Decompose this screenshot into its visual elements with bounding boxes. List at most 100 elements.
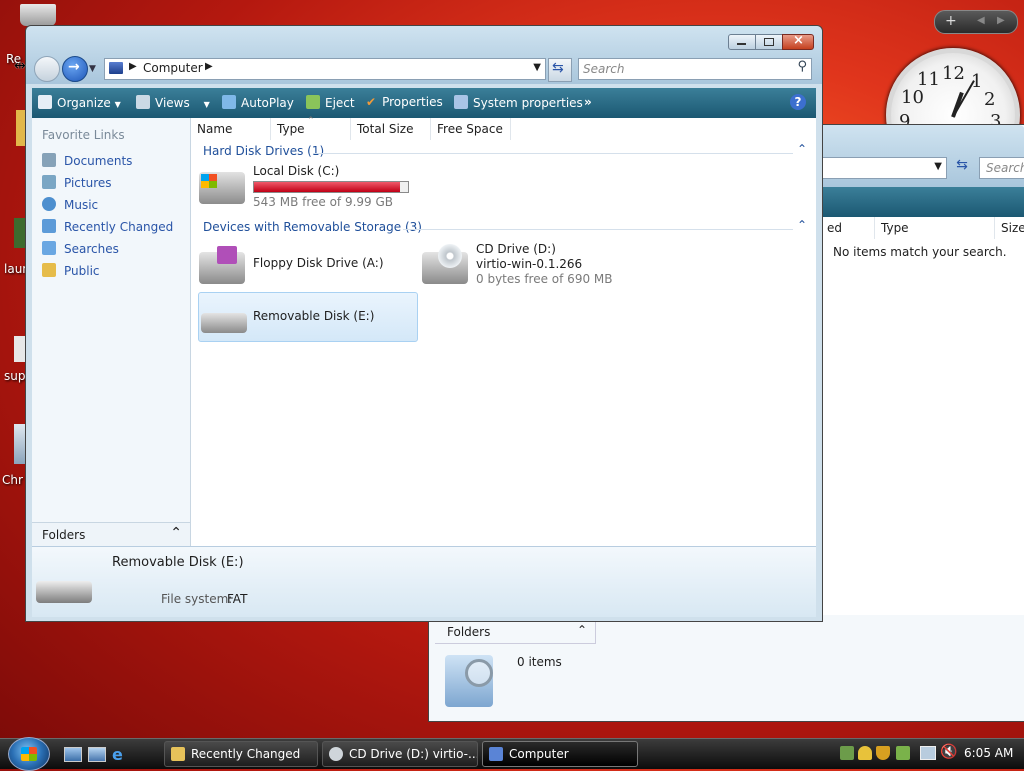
- chevron-down-icon[interactable]: ▼: [533, 62, 541, 73]
- taskbar-button-recently-changed[interactable]: Recently Changed: [164, 741, 318, 767]
- chevron-down-icon[interactable]: ▼: [934, 161, 942, 172]
- sort-arrow-icon: ⌃: [307, 116, 315, 126]
- minimize-button[interactable]: [728, 34, 756, 50]
- more-commands-button[interactable]: »: [584, 95, 592, 109]
- chevron-up-icon[interactable]: ⌃: [577, 623, 587, 637]
- column-header-name[interactable]: Name: [191, 118, 271, 140]
- nav-link-documents[interactable]: Documents: [42, 153, 132, 168]
- background-folders-header[interactable]: Folders ⌃: [435, 621, 596, 644]
- disk-usage-fill: [254, 182, 400, 192]
- nav-link-music[interactable]: Music: [42, 197, 98, 212]
- views-label: Views: [155, 96, 190, 110]
- close-icon: ×: [793, 33, 804, 48]
- recycle-bin-icon[interactable]: [20, 4, 56, 26]
- taskbar-button-computer[interactable]: Computer: [482, 741, 638, 767]
- add-gadget-icon[interactable]: +: [945, 13, 957, 29]
- pictures-icon: [42, 175, 56, 189]
- column-header[interactable]: Type: [875, 217, 995, 239]
- column-header-label: Type: [277, 122, 305, 136]
- organize-button[interactable]: Organize ▼: [38, 95, 121, 110]
- properties-button[interactable]: ✔ Properties: [366, 95, 443, 109]
- group-header-hard-disks[interactable]: Hard Disk Drives (1): [203, 144, 324, 158]
- magnifier-icon: [465, 659, 493, 687]
- tray-shield-icon[interactable]: [876, 746, 890, 760]
- music-icon: [42, 197, 56, 211]
- chevron-left-icon[interactable]: ◀: [977, 15, 985, 26]
- column-header-total-size[interactable]: Total Size: [351, 118, 431, 140]
- recent-pages-dropdown[interactable]: ▼: [89, 64, 96, 74]
- refresh-icon[interactable]: ⇆: [951, 157, 973, 179]
- nav-link-label: Recently Changed: [64, 220, 174, 234]
- empty-results-message: No items match your search.: [833, 245, 1007, 259]
- search-folder-icon: [445, 655, 493, 707]
- start-button[interactable]: [8, 737, 50, 771]
- search-input[interactable]: Search ⚲: [578, 58, 812, 80]
- breadcrumb-separator-icon[interactable]: ▶: [205, 61, 213, 72]
- windows-logo-icon: [201, 174, 217, 188]
- cd-drive-icon: [422, 244, 468, 284]
- navigation-pane: Favorite Links Documents Pictures Music …: [32, 118, 191, 547]
- refresh-icon: ⇆: [552, 60, 564, 76]
- drive-floppy-a[interactable]: Floppy Disk Drive (A:): [199, 246, 409, 286]
- computer-icon: [489, 747, 503, 761]
- show-desktop-icon[interactable]: [64, 747, 82, 762]
- system-properties-button[interactable]: System properties: [454, 95, 583, 110]
- search-icon[interactable]: ⚲: [797, 59, 807, 74]
- drive-removable-e[interactable]: Removable Disk (E:): [198, 292, 418, 342]
- disc-label: virtio-win-0.1.266: [476, 257, 583, 271]
- switch-windows-icon[interactable]: [88, 747, 106, 762]
- removable-drive-icon: [201, 313, 247, 333]
- close-button[interactable]: ×: [782, 33, 814, 50]
- folders-toggle[interactable]: Folders ⌃: [32, 522, 190, 547]
- checkmark-icon: ✔: [366, 95, 377, 109]
- eject-button[interactable]: Eject: [306, 95, 355, 110]
- drive-local-disk-c[interactable]: Local Disk (C:) 543 MB free of 9.99 GB: [199, 164, 439, 209]
- chevron-right-icon[interactable]: ▶: [997, 15, 1005, 26]
- column-header-free-space[interactable]: Free Space: [431, 118, 511, 140]
- breadcrumb-computer[interactable]: Computer: [143, 61, 203, 75]
- drive-name: Removable Disk (E:): [253, 309, 375, 323]
- chevron-up-icon: ⌃: [170, 525, 182, 541]
- tray-app-icon[interactable]: [896, 746, 910, 760]
- arrow-right-icon: →: [68, 59, 80, 75]
- explorer-window[interactable]: × → ▼ ▶ Computer ▶ ▼ ⇆ Search ⚲ Organize…: [25, 25, 823, 622]
- views-button[interactable]: Views ▼: [136, 95, 210, 110]
- nav-link-public[interactable]: Public: [42, 263, 100, 278]
- tray-security-icon[interactable]: [858, 746, 872, 760]
- clock-time[interactable]: 6:05 AM: [964, 746, 1013, 760]
- taskbar-button-cd-drive[interactable]: CD Drive (D:) virtio-...: [322, 741, 478, 767]
- help-icon: ?: [794, 95, 802, 109]
- collapse-group-icon[interactable]: ⌃: [797, 142, 807, 156]
- volume-muted-icon[interactable]: 🔇: [940, 744, 957, 760]
- nav-link-pictures[interactable]: Pictures: [42, 175, 112, 190]
- tray-network-icon[interactable]: [840, 746, 854, 760]
- views-icon: [136, 95, 150, 109]
- column-header[interactable]: ed: [821, 217, 875, 239]
- drive-cd-d[interactable]: CD Drive (D:) virtio-win-0.1.266 0 bytes…: [422, 242, 622, 290]
- internet-explorer-icon[interactable]: e: [112, 745, 123, 764]
- help-button[interactable]: ?: [790, 94, 806, 110]
- taskbar-button-label: Computer: [509, 747, 569, 761]
- nav-link-label: Documents: [64, 154, 133, 168]
- tray-monitor-icon[interactable]: [920, 746, 936, 760]
- refresh-button[interactable]: ⇆: [548, 58, 572, 82]
- maximize-icon: [764, 38, 774, 46]
- address-bar[interactable]: ▶ Computer ▶ ▼: [104, 58, 546, 80]
- back-button[interactable]: [34, 56, 60, 82]
- autoplay-button[interactable]: AutoPlay: [222, 95, 294, 110]
- column-header[interactable]: Size: [995, 217, 1024, 239]
- organize-label: Organize: [57, 96, 111, 110]
- background-address-bar[interactable]: ▼: [809, 157, 947, 179]
- background-search-input[interactable]: Search: [979, 157, 1024, 179]
- nav-link-label: Pictures: [64, 176, 112, 190]
- folders-label: Folders: [42, 528, 86, 542]
- nav-link-label: Music: [64, 198, 99, 212]
- collapse-group-icon[interactable]: ⌃: [797, 218, 807, 232]
- forward-button[interactable]: →: [62, 56, 88, 82]
- group-header-removable[interactable]: Devices with Removable Storage (3): [203, 220, 422, 234]
- nav-link-searches[interactable]: Searches: [42, 241, 119, 256]
- maximize-button[interactable]: [755, 34, 783, 50]
- column-header-type[interactable]: Type ⌃: [271, 116, 351, 140]
- recently-changed-icon: [42, 219, 56, 233]
- nav-link-recently-changed[interactable]: Recently Changed: [42, 219, 173, 234]
